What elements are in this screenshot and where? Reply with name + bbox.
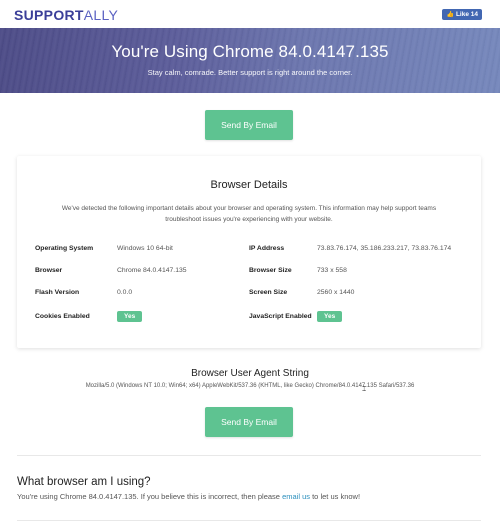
faq-text-before: You're using Chrome 84.0.4147.135. If yo…	[17, 492, 283, 501]
screen-size-label: Screen Size	[249, 289, 288, 296]
facebook-like-button[interactable]: 👍 Like 14	[442, 9, 482, 20]
javascript-enabled-badge: Yes	[317, 311, 343, 322]
hero-banner: You're Using Chrome 84.0.4147.135 Stay c…	[0, 28, 500, 93]
bottom-divider	[17, 520, 481, 521]
os-value: Windows 10 64-bit	[117, 245, 173, 252]
os-label: Operating System	[35, 245, 94, 252]
ip-address-label: IP Address	[249, 245, 285, 252]
thumbs-up-icon: 👍	[446, 12, 454, 18]
faq-text-after: to let us know!	[310, 492, 361, 501]
browser-value: Chrome 84.0.4147.135	[117, 267, 187, 274]
hero-title: You're Using Chrome 84.0.4147.135	[111, 42, 389, 61]
send-by-email-button[interactable]: Send By Email	[205, 110, 293, 140]
javascript-enabled-label: JavaScript Enabled	[249, 313, 312, 320]
cookies-enabled-badge: Yes	[117, 311, 143, 322]
browser-size-label: Browser Size	[249, 267, 292, 274]
fb-like-label: Like 14	[455, 11, 478, 18]
browser-size-value: 733 x 558	[317, 267, 347, 274]
faq-text: You're using Chrome 84.0.4147.135. If yo…	[17, 492, 360, 501]
cookies-enabled-label: Cookies Enabled	[35, 313, 90, 320]
supportally-logo[interactable]: SUPPORTALLY	[14, 7, 118, 23]
browser-details-card: Browser Details We've detected the follo…	[17, 156, 481, 348]
faq-heading: What browser am I using?	[17, 476, 151, 488]
user-agent-string[interactable]: Mozilla/5.0 (Windows NT 10.0; Win64; x64…	[0, 383, 500, 389]
ip-address-value: 73.83.76.174, 35.186.233.217, 73.83.76.1…	[317, 245, 452, 252]
logo-support-text: SUPPORT	[14, 7, 84, 23]
browser-label: Browser	[35, 267, 63, 274]
logo-ally-text: ALLY	[83, 7, 119, 23]
screen-size-value: 2560 x 1440	[317, 289, 355, 296]
text-cursor-icon: ⌶	[362, 386, 367, 393]
hero-subtitle: Stay calm, comrade. Better support is ri…	[147, 68, 353, 77]
flash-version-label: Flash Version	[35, 289, 80, 296]
section-divider	[17, 455, 481, 456]
flash-version-value: 0.0.0	[117, 289, 133, 296]
send-by-email-button-2[interactable]: Send By Email	[205, 407, 293, 437]
user-agent-title: Browser User Agent String	[191, 368, 309, 379]
top-bar: SUPPORTALLY 👍 Like 14	[0, 0, 500, 28]
details-grid: Operating System Windows 10 64-bit Brows…	[17, 156, 481, 348]
email-us-link[interactable]: email us	[282, 492, 310, 501]
